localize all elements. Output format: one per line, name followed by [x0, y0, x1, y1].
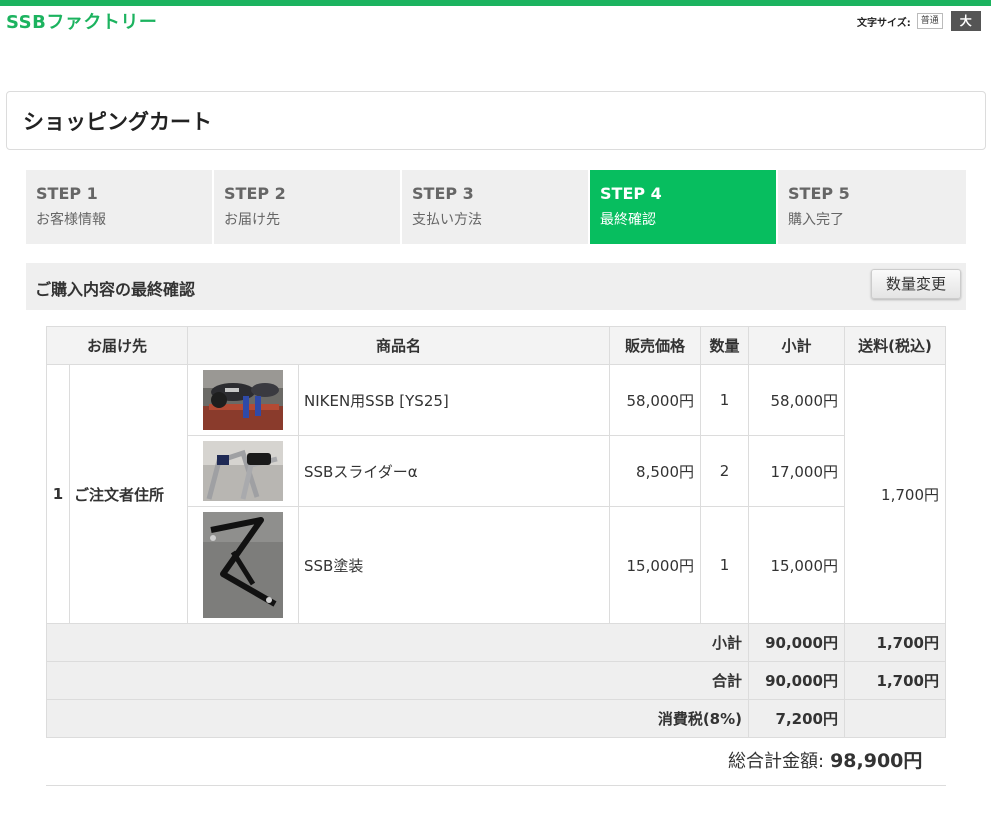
product-name[interactable]: NIKEN用SSB [YS25]: [298, 364, 610, 436]
font-size-label: 文字サイズ:: [857, 17, 911, 29]
top-accent-bar: [0, 0, 991, 6]
step-name: 最終確認: [600, 212, 656, 228]
product-price: 15,000円: [609, 506, 701, 624]
summary-total-row: 合計 90,000円 1,700円: [46, 661, 946, 700]
font-size-large-button[interactable]: 大: [950, 11, 981, 31]
grand-total-value: 98,900円: [830, 750, 923, 772]
table-header-row: お届け先 商品名 販売価格 数量 小計 送料(税込): [46, 326, 946, 365]
step-name: お届け先: [224, 212, 280, 228]
header-quantity: 数量: [700, 326, 749, 365]
page-title: ショッピングカート: [23, 110, 212, 134]
step-name: 支払い方法: [412, 212, 482, 228]
grand-total-label: 総合計金額:: [728, 751, 825, 772]
checkout-steps: STEP 1 お客様情報 STEP 2 お届け先 STEP 3 支払い方法 ST…: [26, 170, 966, 244]
final-confirmation-header: ご購入内容の最終確認 数量変更: [26, 263, 966, 310]
table-row: 1 ご注文者住所 NIKEN用SSB [YS25] 58,000円 1 58,0…: [46, 364, 946, 624]
step-number: STEP 4: [600, 184, 662, 203]
product-subtotal: 58,000円: [748, 364, 845, 436]
product-subtotal: 17,000円: [748, 435, 845, 507]
summary-subtotal-row: 小計 90,000円 1,700円: [46, 623, 946, 662]
header-price: 販売価格: [609, 326, 701, 365]
summary-total-shipping: 1,700円: [844, 661, 946, 700]
header-subtotal: 小計: [748, 326, 845, 365]
bottom-divider: [46, 785, 946, 786]
product-subtotal: 15,000円: [748, 506, 845, 624]
product-image-cell: [187, 435, 299, 507]
product-image-cell: [187, 364, 299, 436]
summary-subtotal-value: 90,000円: [748, 623, 845, 662]
step-3: STEP 3 支払い方法: [402, 170, 590, 244]
product-price: 8,500円: [609, 435, 701, 507]
step-number: STEP 1: [36, 184, 98, 203]
header-destination: お届け先: [46, 326, 188, 365]
product-quantity: 1: [700, 506, 749, 624]
step-name: お客様情報: [36, 212, 106, 228]
summary-subtotal-label: 小計: [46, 623, 749, 662]
product-quantity: 1: [700, 364, 749, 436]
summary-tax-value: 7,200円: [748, 699, 845, 738]
summary-tax-empty: [844, 699, 946, 738]
destination-cell: ご注文者住所: [69, 364, 188, 624]
summary-subtotal-shipping: 1,700円: [844, 623, 946, 662]
page-title-box: ショッピングカート: [6, 91, 986, 150]
product-price: 58,000円: [609, 364, 701, 436]
step-4-active: STEP 4 最終確認: [590, 170, 778, 244]
cart-table: お届け先 商品名 販売価格 数量 小計 送料(税込) 1 ご注文者住所 NIKE…: [46, 326, 946, 738]
product-image-cell: [187, 506, 299, 624]
step-number: STEP 2: [224, 184, 286, 203]
product-name[interactable]: SSBスライダーα: [298, 435, 610, 507]
summary-tax-label: 消費税(8%): [46, 699, 749, 738]
grand-total: 総合計金額: 98,900円: [728, 746, 922, 773]
black-bracket-photo[interactable]: [203, 512, 283, 618]
section-title: ご購入内容の最終確認: [35, 280, 196, 299]
header-shipping: 送料(税込): [844, 326, 946, 365]
motorcycle-photo[interactable]: [203, 370, 283, 430]
step-5: STEP 5 購入完了: [778, 170, 966, 244]
product-quantity: 2: [700, 435, 749, 507]
row-number: 1: [46, 364, 70, 624]
font-size-normal-button[interactable]: 普通: [916, 13, 943, 29]
slider-photo[interactable]: [203, 441, 283, 501]
step-number: STEP 3: [412, 184, 474, 203]
shipping-fee-cell: 1,700円: [844, 364, 946, 624]
step-name: 購入完了: [788, 212, 844, 228]
header-product: 商品名: [187, 326, 610, 365]
step-number: STEP 5: [788, 184, 850, 203]
step-2: STEP 2 お届け先: [214, 170, 402, 244]
change-quantity-button[interactable]: 数量変更: [871, 269, 961, 299]
step-1: STEP 1 お客様情報: [26, 170, 214, 244]
site-logo[interactable]: SSBファクトリー: [6, 8, 157, 34]
summary-total-value: 90,000円: [748, 661, 845, 700]
summary-total-label: 合計: [46, 661, 749, 700]
summary-tax-row: 消費税(8%) 7,200円: [46, 699, 946, 738]
font-size-switcher: 文字サイズ: 普通 大: [857, 11, 981, 31]
product-name[interactable]: SSB塗装: [298, 506, 610, 624]
